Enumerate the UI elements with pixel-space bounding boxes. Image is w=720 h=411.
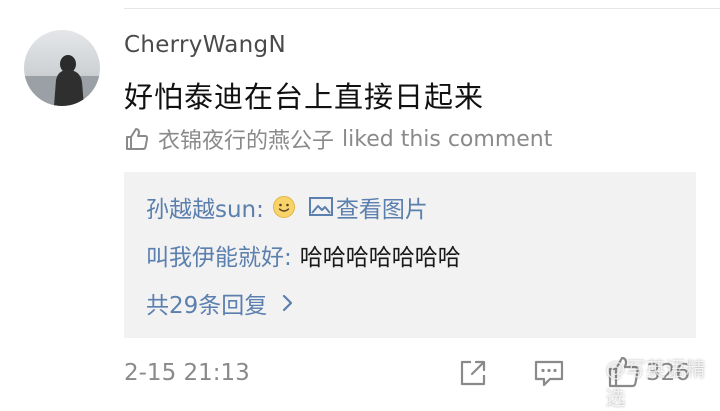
- chevron-right-icon: [283, 294, 293, 312]
- watermark: @写英语精选: [573, 357, 720, 410]
- top-divider: [124, 8, 720, 9]
- reply-text: 哈哈哈哈哈哈哈: [299, 245, 461, 271]
- comment-text: 好怕泰迪在台上直接日起来: [124, 80, 485, 114]
- liked-suffix: liked this comment: [342, 126, 553, 152]
- share-icon[interactable]: [458, 358, 488, 388]
- weibo-logo-icon: [573, 372, 601, 393]
- liked-by-row: 衣锦夜行的燕公子 liked this comment: [124, 123, 552, 155]
- comment-username[interactable]: CherryWangN: [124, 32, 286, 58]
- replies-box[interactable]: 孙越越sun: 查看图片 叫我伊能就好: 哈哈哈哈哈哈哈 共29条回复: [124, 172, 696, 338]
- comment-timestamp: 2-15 21:13: [124, 360, 250, 386]
- view-image-link[interactable]: 查看图片: [336, 190, 428, 224]
- reply-author[interactable]: 孙越越sun:: [146, 190, 264, 224]
- image-icon: [308, 197, 333, 216]
- comment-icon[interactable]: [533, 358, 565, 388]
- reply-item[interactable]: 叫我伊能就好: 哈哈哈哈哈哈哈: [146, 238, 461, 272]
- avatar[interactable]: [24, 30, 100, 106]
- smile-emoji-icon: [272, 196, 295, 218]
- reply-item[interactable]: 孙越越sun: 查看图片: [146, 190, 428, 224]
- reply-author[interactable]: 叫我伊能就好:: [146, 238, 292, 272]
- watermark-text: @写英语精选: [605, 357, 706, 410]
- liker-name[interactable]: 衣锦夜行的燕公子: [158, 123, 334, 155]
- more-replies-label[interactable]: 共29条回复: [146, 286, 267, 320]
- thumbs-up-icon: [126, 128, 149, 150]
- more-replies-link[interactable]: 共29条回复: [146, 286, 295, 320]
